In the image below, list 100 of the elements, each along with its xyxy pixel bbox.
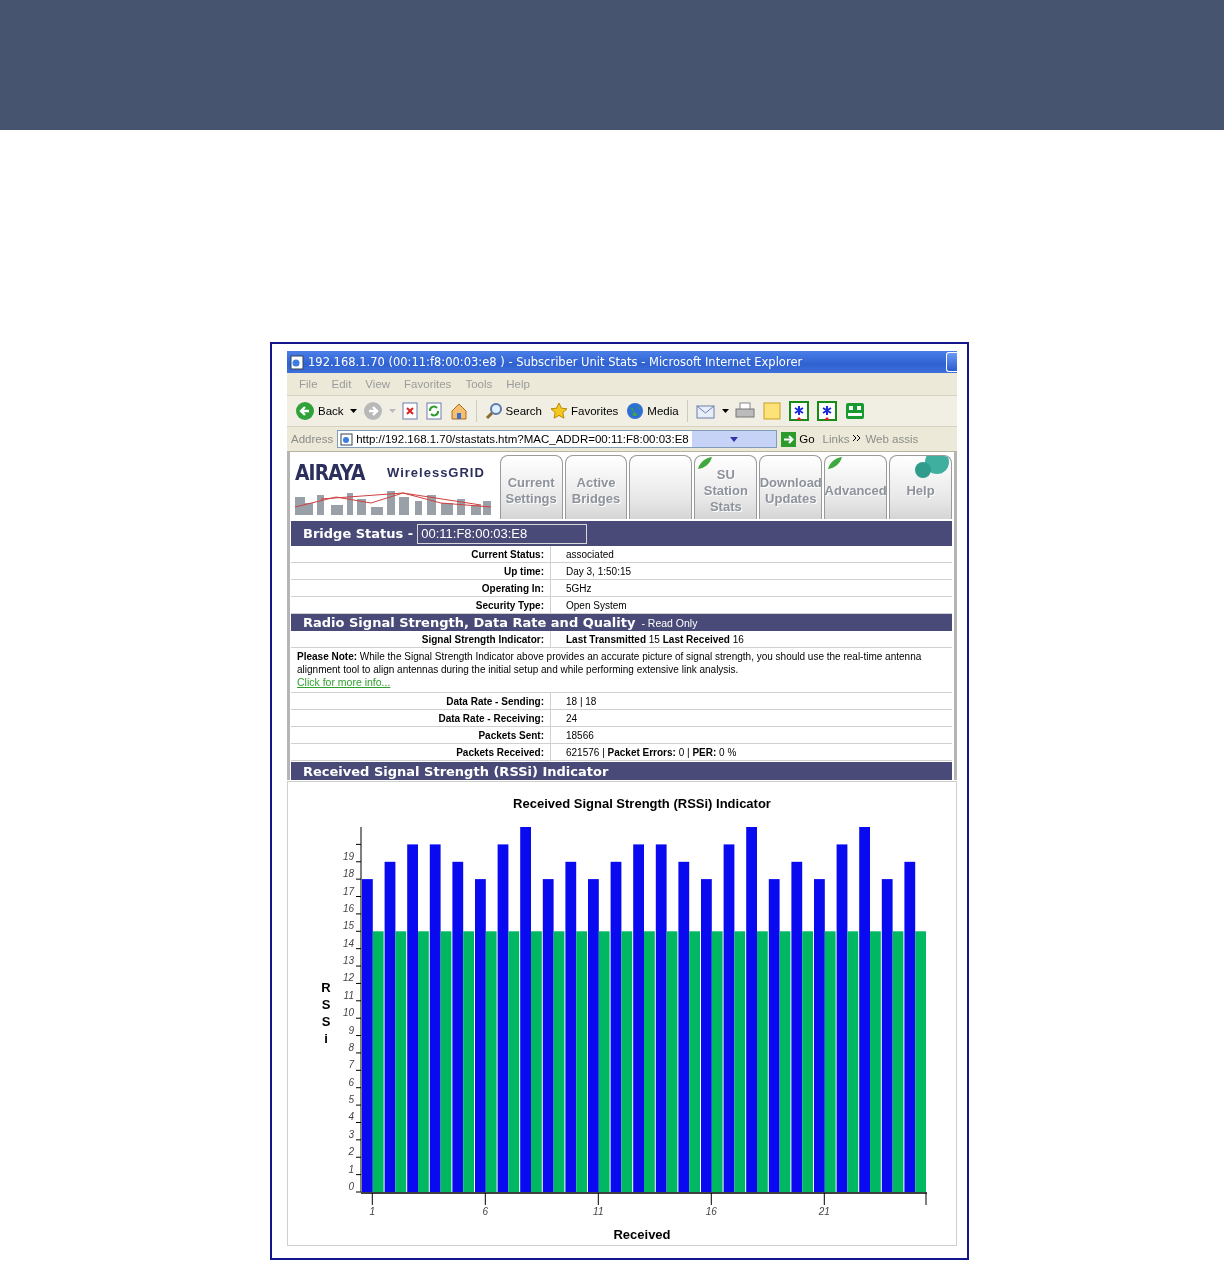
- print-button[interactable]: [732, 402, 757, 420]
- stop-button[interactable]: [399, 402, 420, 420]
- dropdown-button[interactable]: [691, 431, 777, 447]
- chart-title: Received Signal Strength (RSSi) Indicator: [513, 796, 771, 811]
- go-arrow-icon: [781, 431, 797, 447]
- field-value: Last Transmitted 15 Last Received 16: [565, 633, 744, 645]
- x-axis-title: Received: [613, 1227, 671, 1242]
- stop-icon: [401, 402, 418, 420]
- window-title: 192.168.1.70 (00:11:f8:00:03:e8 ) - Subscriber Unit Stats - Microsoft Internet Explorer: [308, 355, 804, 369]
- menu-item[interactable]: Favorites: [398, 378, 458, 390]
- menu-item[interactable]: Tools: [459, 378, 499, 390]
- links-button[interactable]: Links: [822, 433, 850, 445]
- address-label: Address: [291, 433, 334, 445]
- section-title: Received Signal Strength (RSSi) Indicator: [303, 763, 609, 779]
- web-assistant-button[interactable]: Web assis: [865, 433, 919, 445]
- y-tick-label: 8: [348, 1041, 354, 1053]
- chevron-icon: [853, 435, 862, 443]
- nav-tab[interactable]: Download Updates: [759, 455, 823, 519]
- research-button[interactable]: [814, 401, 839, 421]
- menu-item[interactable]: Edit: [325, 378, 358, 390]
- discuss-button[interactable]: [786, 401, 811, 421]
- caret-icon: [729, 436, 738, 442]
- page-icon: [290, 354, 304, 370]
- envelope-icon: [695, 403, 716, 419]
- more-info-link[interactable]: Click for more info...: [297, 676, 391, 689]
- y-tick-label: 7: [348, 1059, 354, 1071]
- field-value: 621576 | Packet Errors: 0 | PER: 0 %: [565, 746, 737, 758]
- y-tick-label: 3: [348, 1128, 354, 1140]
- menu-item[interactable]: Help: [500, 378, 536, 390]
- field-label: Data Rate - Sending:: [291, 693, 551, 709]
- field-value: Open System: [565, 599, 627, 611]
- star-icon: [550, 402, 568, 420]
- mail-button[interactable]: [693, 403, 718, 419]
- nav-tab[interactable]: SU Station Stats: [694, 455, 758, 519]
- y-tick-label: 18: [342, 868, 354, 880]
- field-label: Signal Strength Indicator:: [291, 631, 551, 647]
- menu-item[interactable]: File: [293, 378, 324, 390]
- asterisk-square-icon: [816, 401, 837, 421]
- minimize-button[interactable]: [946, 352, 957, 372]
- y-tick-label: 1: [348, 1163, 354, 1175]
- y-axis-title: RSSi: [321, 980, 331, 1046]
- leaf-icon: [697, 456, 714, 470]
- y-tick-label: 15: [342, 920, 354, 932]
- field-label: Security Type:: [291, 597, 551, 613]
- field-label: Up time:: [291, 563, 551, 579]
- refresh-icon: [425, 402, 442, 420]
- note-icon: [762, 402, 781, 420]
- globe-icon: [626, 402, 645, 420]
- y-tick-label: 9: [348, 1024, 354, 1036]
- field-value: 24: [565, 712, 578, 724]
- menu-item[interactable]: View: [359, 378, 397, 390]
- x-tick-label: 11: [593, 1206, 604, 1217]
- tape-icon: [844, 402, 865, 420]
- field-label: Packets Sent:: [291, 727, 551, 743]
- y-tick-label: 14: [342, 937, 354, 949]
- y-tick-label: 5: [348, 1094, 354, 1106]
- x-tick-label: 21: [818, 1206, 830, 1217]
- field-value: 18566: [565, 729, 594, 741]
- field-label: Operating In:: [291, 580, 551, 596]
- nav-tab[interactable]: Advanced: [824, 455, 888, 519]
- search-button[interactable]: Search: [482, 402, 544, 420]
- x-tick-label: 6: [482, 1206, 489, 1217]
- field-label: Current Status:: [291, 546, 551, 562]
- search-icon: [484, 402, 503, 420]
- nav-tab[interactable]: [629, 455, 693, 519]
- notice-text: Please Note: While the Signal Strength Indicator above provides an accurate picture of signal strength, you should use the real-time antenna alignment tool to align antennas during the initial setup and while performing extensive link analysis.: [297, 650, 923, 676]
- y-tick-label: 16: [342, 902, 354, 914]
- brand-logo: AIRAYA: [295, 460, 367, 485]
- field-label: Data Rate - Receiving:: [291, 710, 551, 726]
- field-value: associated: [565, 548, 614, 560]
- address-field[interactable]: http://192.168.1.70/stastats.htm?MAC_ADDR=00:11:F8:00:03:E8: [337, 430, 778, 448]
- section-title: Bridge Status -: [303, 526, 414, 541]
- y-tick-label: 0: [348, 1181, 354, 1192]
- x-tick-label: 16: [705, 1206, 717, 1217]
- media-button[interactable]: Media: [624, 402, 681, 420]
- field-value: 5GHz: [565, 582, 592, 594]
- y-tick-label: 13: [342, 955, 354, 967]
- mac-address-field[interactable]: 00:11:F8:00:03:E8: [417, 523, 588, 544]
- y-tick-label: 4: [348, 1111, 354, 1123]
- product-name: WirelessGRID: [387, 465, 485, 480]
- x-tick-label: 1: [369, 1206, 376, 1217]
- section-title: Radio Signal Strength, Data Rate and Quality: [303, 615, 636, 630]
- favorites-button[interactable]: Favorites: [548, 402, 621, 420]
- nav-tab[interactable]: Current Settings: [499, 455, 563, 519]
- back-button[interactable]: Back: [293, 401, 346, 421]
- asterisk-square-icon: [788, 401, 809, 421]
- nav-tab[interactable]: Active Bridges: [564, 455, 628, 519]
- y-tick-label: 6: [348, 1076, 354, 1088]
- printer-icon: [734, 402, 755, 420]
- y-tick-label: 11: [343, 989, 354, 1001]
- refresh-button[interactable]: [423, 402, 444, 420]
- y-tick-label: 19: [342, 850, 354, 862]
- go-button[interactable]: Go: [781, 431, 819, 447]
- caret-icon: [349, 408, 357, 414]
- y-tick-label: 17: [342, 885, 354, 897]
- y-tick-label: 2: [348, 1146, 354, 1158]
- field-label: Packets Received:: [291, 744, 551, 760]
- nav-tab[interactable]: Help: [889, 455, 952, 519]
- field-value: 18 | 18: [565, 695, 597, 707]
- caret-icon: [721, 408, 729, 414]
